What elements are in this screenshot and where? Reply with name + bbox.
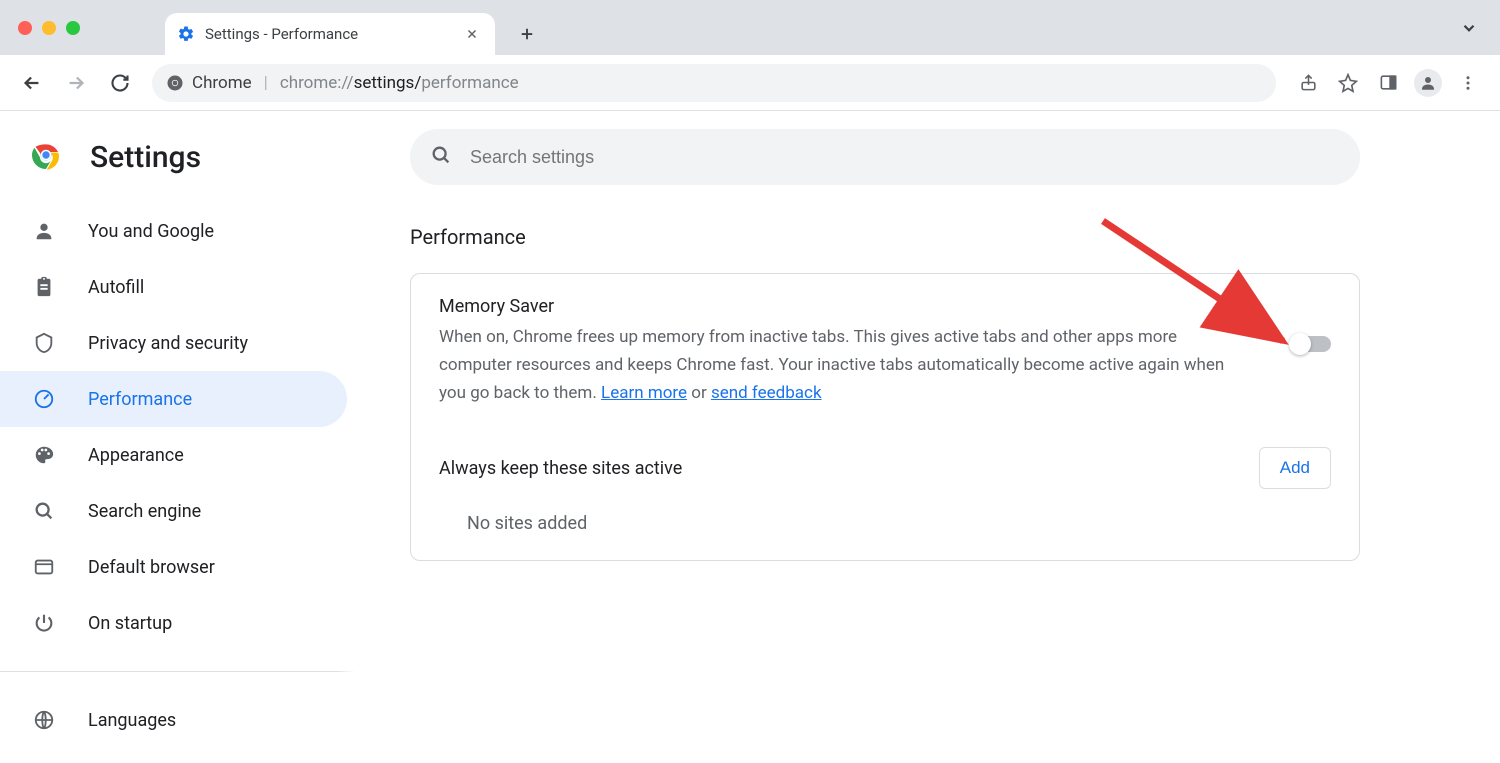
browser-icon: [32, 555, 56, 579]
nav-label: Default browser: [88, 557, 215, 578]
send-feedback-link[interactable]: send feedback: [711, 383, 822, 403]
add-site-button[interactable]: Add: [1259, 447, 1331, 489]
tabs-overflow-button[interactable]: [1460, 0, 1478, 55]
settings-page: Settings You and Google Autofill Privacy…: [0, 111, 1500, 763]
bookmark-button[interactable]: [1330, 65, 1366, 101]
memory-saver-title: Memory Saver: [439, 296, 1251, 317]
nav-label: Performance: [88, 389, 192, 410]
profile-button[interactable]: [1410, 65, 1446, 101]
share-button[interactable]: [1290, 65, 1326, 101]
window-fullscreen-button[interactable]: [66, 21, 80, 35]
person-icon: [32, 219, 56, 243]
nav-label: Appearance: [88, 445, 184, 466]
sidebar: Settings You and Google Autofill Privacy…: [0, 111, 355, 763]
performance-card: Memory Saver When on, Chrome frees up me…: [410, 273, 1360, 561]
nav-appearance[interactable]: Appearance: [0, 427, 347, 483]
shield-icon: [32, 331, 56, 355]
nav-label: Search engine: [88, 501, 201, 522]
side-panel-button[interactable]: [1370, 65, 1406, 101]
content-area: Performance Memory Saver When on, Chrome…: [355, 111, 1500, 763]
nav-label: Autofill: [88, 277, 144, 298]
nav-label: Privacy and security: [88, 333, 248, 354]
browser-tab[interactable]: Settings - Performance: [165, 13, 495, 55]
search-settings[interactable]: [410, 129, 1360, 185]
url-text: chrome://settings/performance: [280, 73, 519, 93]
nav-divider: [0, 671, 355, 672]
nav-search-engine[interactable]: Search engine: [0, 483, 347, 539]
section-title: Performance: [410, 225, 1500, 249]
avatar-icon: [1414, 69, 1442, 97]
clipboard-icon: [32, 275, 56, 299]
nav-downloads[interactable]: Downloads: [0, 748, 347, 763]
memory-saver-row: Memory Saver When on, Chrome frees up me…: [411, 274, 1359, 429]
globe-icon: [32, 708, 56, 732]
search-icon: [32, 499, 56, 523]
nav-you-and-google[interactable]: You and Google: [0, 203, 347, 259]
always-active-row: Always keep these sites active Add: [411, 429, 1359, 499]
nav-autofill[interactable]: Autofill: [0, 259, 347, 315]
nav-on-startup[interactable]: On startup: [0, 595, 347, 651]
page-title: Settings: [90, 140, 201, 175]
tab-title: Settings - Performance: [205, 25, 461, 43]
chrome-icon: Chrome: [166, 73, 252, 93]
reload-button[interactable]: [102, 65, 138, 101]
palette-icon: [32, 443, 56, 467]
gear-icon: [177, 25, 195, 43]
back-button[interactable]: [14, 65, 50, 101]
nav-default-browser[interactable]: Default browser: [0, 539, 347, 595]
forward-button[interactable]: [58, 65, 94, 101]
url-divider: |: [264, 73, 268, 93]
chrome-logo-icon: [30, 139, 62, 175]
nav-languages[interactable]: Languages: [0, 692, 347, 748]
always-active-label: Always keep these sites active: [439, 458, 682, 479]
nav-list: You and Google Autofill Privacy and secu…: [0, 203, 355, 763]
search-icon: [430, 144, 452, 170]
no-sites-message: No sites added: [411, 499, 1359, 560]
new-tab-button[interactable]: [509, 16, 545, 52]
url-scheme-label: Chrome: [192, 73, 252, 93]
memory-saver-toggle[interactable]: [1291, 336, 1331, 352]
speedometer-icon: [32, 387, 56, 411]
window-minimize-button[interactable]: [42, 21, 56, 35]
window-controls: [18, 0, 80, 55]
memory-saver-description: When on, Chrome frees up memory from ina…: [439, 323, 1251, 407]
power-icon: [32, 611, 56, 635]
window-close-button[interactable]: [18, 21, 32, 35]
close-tab-button[interactable]: [461, 23, 483, 45]
learn-more-link[interactable]: Learn more: [601, 383, 687, 403]
nav-label: On startup: [88, 613, 172, 634]
nav-performance[interactable]: Performance: [0, 371, 347, 427]
menu-button[interactable]: [1450, 65, 1486, 101]
browser-toolbar: Chrome | chrome://settings/performance: [0, 55, 1500, 111]
url-bar[interactable]: Chrome | chrome://settings/performance: [152, 64, 1276, 102]
settings-header: Settings: [0, 129, 355, 203]
tab-strip: Settings - Performance: [0, 0, 1500, 55]
nav-label: You and Google: [88, 221, 214, 242]
nav-privacy[interactable]: Privacy and security: [0, 315, 347, 371]
nav-label: Languages: [88, 710, 176, 731]
search-input[interactable]: [470, 147, 1340, 168]
toggle-knob: [1289, 333, 1311, 355]
